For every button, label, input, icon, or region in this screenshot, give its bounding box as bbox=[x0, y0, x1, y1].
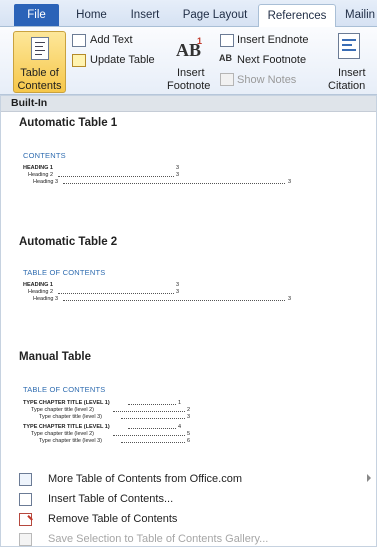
automatic-table-1-preview[interactable]: CONTENTS HEADING 1 3 Heading 2 3 Heading… bbox=[23, 151, 323, 196]
tab-references[interactable]: References bbox=[258, 4, 336, 28]
preview-line: Heading 2 bbox=[28, 172, 54, 178]
toc-gallery-dropdown: Built-In Automatic Table 1 CONTENTS HEAD… bbox=[0, 95, 377, 547]
next-footnote-button[interactable]: Next Footnote bbox=[237, 54, 306, 66]
update-table-icon bbox=[72, 54, 86, 67]
preview-page-number: 1 bbox=[178, 400, 182, 406]
preview-line: Heading 3 bbox=[33, 179, 59, 185]
preview-line: Heading 3 bbox=[33, 296, 59, 302]
menu-label: Remove Table of Contents bbox=[48, 513, 178, 525]
update-table-button[interactable]: Update Table bbox=[90, 54, 155, 66]
preview-line: HEADING 1 bbox=[23, 165, 53, 171]
preview-leader-dots bbox=[58, 172, 174, 177]
toc-label-line1: Table of bbox=[20, 67, 59, 79]
ribbon-references: Table of Contents Add Text Update Table … bbox=[0, 27, 377, 95]
gallery-item-title[interactable]: Manual Table bbox=[19, 351, 91, 363]
menu-label: More Table of Contents from Office.com bbox=[48, 473, 243, 485]
insert-footnote-label[interactable]: Footnote bbox=[167, 80, 210, 92]
ribbon-tab-bar: File Home Insert Page Layout References … bbox=[0, 0, 377, 28]
remove-toc-menu-item[interactable]: Remove Table of Contents bbox=[1, 510, 376, 529]
preview-line: Type chapter title (level 3) bbox=[39, 438, 102, 444]
tab-insert[interactable]: Insert bbox=[124, 6, 166, 27]
tab-mailings[interactable]: Mailin bbox=[345, 6, 377, 27]
tab-page-layout[interactable]: Page Layout bbox=[179, 6, 251, 27]
save-selection-icon bbox=[19, 533, 32, 546]
insert-toc-icon bbox=[19, 493, 32, 506]
insert-citation-icon bbox=[338, 33, 360, 59]
insert-toc-menu-item[interactable]: Insert Table of Contents... bbox=[1, 490, 376, 509]
preview-line: Type chapter title (level 3) bbox=[39, 414, 102, 420]
office-com-icon bbox=[19, 473, 32, 486]
submenu-arrow-icon bbox=[367, 474, 371, 482]
preview-page-number: 4 bbox=[178, 424, 182, 430]
footnote-superscript-icon: 1 bbox=[197, 36, 203, 46]
preview-page-number: 2 bbox=[187, 407, 191, 413]
preview-leader-dots bbox=[113, 407, 185, 412]
preview-page-number: 3 bbox=[288, 296, 292, 302]
preview-leader-dots bbox=[113, 431, 185, 436]
preview-line: Type chapter title (level 2) bbox=[31, 407, 94, 413]
preview-page-number: 3 bbox=[176, 282, 180, 288]
automatic-table-2-preview[interactable]: TABLE OF CONTENTS HEADING 1 3 Heading 2 … bbox=[23, 268, 323, 313]
preview-leader-dots bbox=[121, 414, 185, 419]
preview-leader-dots bbox=[58, 289, 174, 294]
preview-leader-dots bbox=[128, 424, 176, 429]
preview-page-number: 3 bbox=[176, 172, 180, 178]
preview-line: TYPE CHAPTER TITLE (LEVEL 1) bbox=[23, 400, 110, 406]
add-text-button[interactable]: Add Text bbox=[90, 34, 133, 46]
preview-line: TYPE CHAPTER TITLE (LEVEL 1) bbox=[23, 424, 110, 430]
preview-line: Heading 2 bbox=[28, 289, 54, 295]
menu-label: Insert Table of Contents... bbox=[48, 493, 174, 505]
gallery-item-title[interactable]: Automatic Table 2 bbox=[19, 236, 117, 248]
gallery-item-title[interactable]: Automatic Table 1 bbox=[19, 117, 117, 129]
insert-citation-label[interactable]: Citation bbox=[328, 80, 365, 92]
preview-leader-dots bbox=[121, 438, 185, 443]
insert-endnote-button[interactable]: Insert Endnote bbox=[237, 34, 309, 46]
more-toc-from-office-com[interactable]: More Table of Contents from Office.com bbox=[1, 470, 376, 489]
preview-page-number: 3 bbox=[187, 414, 191, 420]
show-notes-button: Show Notes bbox=[237, 74, 297, 86]
preview-leader-dots bbox=[63, 296, 285, 301]
preview-page-number: 3 bbox=[176, 165, 180, 171]
table-of-contents-icon bbox=[31, 37, 49, 60]
preview-page-number: 5 bbox=[187, 431, 191, 437]
add-text-icon bbox=[72, 34, 86, 47]
built-in-section-header: Built-In bbox=[1, 96, 376, 112]
next-footnote-icon: AB bbox=[219, 53, 232, 63]
toc-label-line2: Contents bbox=[17, 80, 62, 92]
remove-toc-icon bbox=[19, 513, 32, 526]
table-of-contents-button[interactable]: Table of Contents bbox=[13, 31, 66, 93]
preview-header: CONTENTS bbox=[23, 151, 66, 160]
tab-home[interactable]: Home bbox=[69, 6, 114, 27]
preview-leader-dots bbox=[63, 179, 285, 184]
save-selection-menu-item: Save Selection to Table of Contents Gall… bbox=[1, 530, 376, 547]
preview-header: TABLE OF CONTENTS bbox=[23, 268, 106, 277]
preview-page-number: 3 bbox=[288, 179, 292, 185]
show-notes-icon bbox=[220, 73, 234, 86]
insert-footnote-button[interactable]: Insert bbox=[177, 67, 205, 79]
insert-citation-button[interactable]: Insert bbox=[338, 67, 366, 79]
insert-endnote-icon bbox=[220, 34, 234, 47]
preview-page-number: 6 bbox=[187, 438, 191, 444]
preview-leader-dots bbox=[128, 400, 176, 405]
preview-page-number: 3 bbox=[176, 289, 180, 295]
tab-file[interactable]: File bbox=[14, 4, 59, 26]
manual-table-preview[interactable]: TABLE OF CONTENTS TYPE CHAPTER TITLE (LE… bbox=[23, 385, 323, 455]
preview-line: HEADING 1 bbox=[23, 282, 53, 288]
menu-label: Save Selection to Table of Contents Gall… bbox=[48, 533, 269, 545]
preview-line: Type chapter title (level 2) bbox=[31, 431, 94, 437]
preview-header: TABLE OF CONTENTS bbox=[23, 385, 106, 394]
